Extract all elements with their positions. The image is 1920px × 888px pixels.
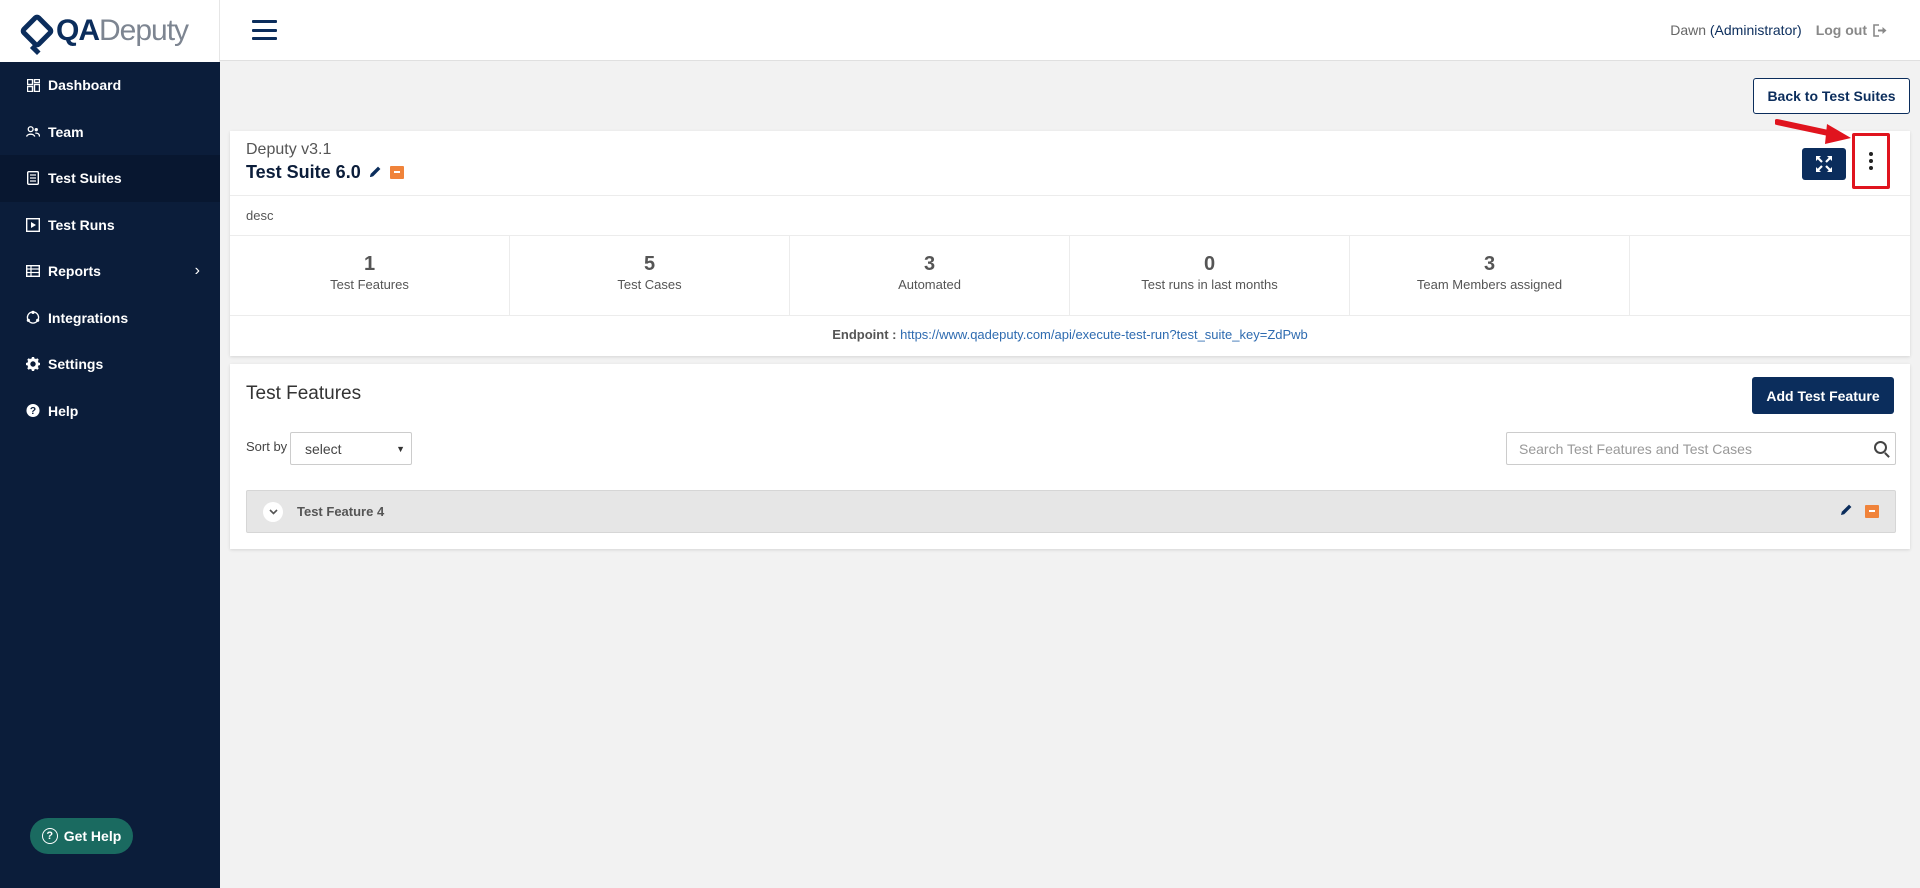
stat-label: Team Members assigned — [1416, 277, 1563, 292]
hamburger-menu-icon[interactable] — [252, 20, 277, 40]
pencil-icon[interactable] — [1840, 503, 1853, 521]
more-options-button[interactable] — [1852, 133, 1890, 189]
feature-name: Test Feature 4 — [297, 504, 385, 519]
stat-value: 3 — [1483, 253, 1496, 275]
feature-row[interactable]: Test Feature 4 — [246, 490, 1896, 533]
stat-test-runs: 0 Test runs in last months — [1070, 236, 1350, 315]
stat-test-features: 1 Test Features — [230, 236, 510, 315]
stat-label: Test runs in last months — [1141, 277, 1278, 292]
logo[interactable]: QADeputy — [0, 0, 220, 62]
sidebar-item-label: Test Suites — [48, 170, 122, 187]
stat-value: 0 — [1203, 253, 1216, 275]
test-suites-icon — [26, 171, 40, 186]
sidebar-item-label: Test Runs — [48, 216, 115, 233]
stat-value: 3 — [923, 253, 936, 275]
test-features-panel: Test Features Add Test Feature Sort by s… — [230, 364, 1910, 549]
pencil-icon[interactable] — [369, 165, 382, 181]
sidebar-item-label: Reports — [48, 263, 101, 280]
sidebar-item-label: Settings — [48, 356, 104, 373]
stat-label: Test Features — [330, 277, 409, 292]
logo-deputy-text: Deputy — [99, 14, 189, 47]
stat-automated: 3 Automated — [790, 236, 1070, 315]
sidebar-item-test-runs[interactable]: Test Runs — [0, 202, 220, 249]
add-test-feature-button[interactable]: Add Test Feature — [1752, 377, 1894, 414]
help-icon: ? — [26, 404, 40, 418]
sidebar-item-dashboard[interactable]: Dashboard — [0, 62, 220, 109]
sidebar-item-label: Team — [48, 123, 84, 140]
gear-icon — [26, 357, 40, 372]
user-role: (Administrator) — [1709, 22, 1802, 38]
kebab-dot-icon — [1869, 152, 1873, 156]
back-to-test-suites-button[interactable]: Back to Test Suites — [1753, 78, 1910, 114]
user-area: Dawn (Administrator) Log out — [1670, 22, 1888, 38]
feature-row-actions — [1840, 503, 1879, 521]
search-icon[interactable] — [1874, 441, 1887, 454]
team-icon — [26, 125, 40, 139]
svg-text:?: ? — [30, 406, 36, 417]
stat-value: 5 — [643, 253, 656, 275]
reports-icon — [26, 264, 40, 278]
archive-icon[interactable] — [389, 166, 404, 179]
test-runs-icon — [26, 217, 40, 232]
chevron-down-icon[interactable] — [263, 501, 283, 522]
test-suite-header: Deputy v3.1 Test Suite 6.0 — [230, 119, 1910, 196]
sidebar-item-settings[interactable]: Settings — [0, 341, 220, 388]
sidebar-item-label: Help — [48, 402, 79, 419]
top-bar: Dawn (Administrator) Log out — [220, 0, 1920, 61]
user-name: Dawn — [1670, 22, 1706, 38]
sort-label: Sort by — [246, 439, 288, 454]
kebab-dot-icon — [1869, 166, 1873, 170]
sidebar-item-label: Dashboard — [48, 77, 122, 94]
dashboard-icon — [26, 78, 40, 92]
project-name: Deputy v3.1 — [246, 141, 332, 158]
stat-value: 1 — [363, 253, 376, 275]
suite-stats: 1 Test Features 5 Test Cases 3 Automated… — [230, 236, 1910, 316]
question-circle-icon: ? — [41, 828, 58, 844]
logo-qa-text: QA — [56, 14, 100, 47]
sidebar-item-team[interactable]: Team — [0, 109, 220, 156]
stat-empty — [1630, 236, 1910, 315]
search-box — [1506, 432, 1896, 465]
endpoint-row: Endpoint : https://www.qadeputy.com/api/… — [230, 316, 1910, 355]
suite-description: desc — [230, 196, 1910, 236]
sidebar-item-help[interactable]: ? Help — [0, 388, 220, 435]
expand-icon — [1816, 156, 1832, 172]
sidebar-nav: Dashboard Team Test Suites Test Runs Rep… — [0, 62, 220, 434]
logout-label: Log out — [1815, 22, 1867, 38]
sidebar-item-integrations[interactable]: Integrations — [0, 295, 220, 342]
sidebar-item-reports[interactable]: Reports › — [0, 248, 220, 295]
kebab-dot-icon — [1869, 159, 1873, 163]
expand-button[interactable] — [1802, 148, 1846, 180]
user-info: Dawn (Administrator) — [1670, 22, 1801, 38]
get-help-button[interactable]: ? Get Help — [30, 818, 133, 854]
sort-select[interactable]: select ▼ — [290, 432, 412, 465]
chevron-right-icon: › — [194, 262, 200, 280]
sidebar-item-test-suites[interactable]: Test Suites — [0, 155, 220, 202]
stat-test-cases: 5 Test Cases — [510, 236, 790, 315]
sidebar: QADeputy Dashboard Team Test Suites Test… — [0, 0, 220, 888]
logout-link[interactable]: Log out — [1816, 22, 1888, 38]
section-title: Test Features — [246, 383, 362, 404]
get-help-label: Get Help — [63, 828, 122, 844]
integrations-icon — [26, 311, 40, 325]
endpoint-label: Endpoint : — [832, 327, 897, 342]
test-suite-card: Deputy v3.1 Test Suite 6.0 desc 1 Test F… — [230, 119, 1910, 356]
caret-down-icon: ▼ — [396, 444, 405, 454]
endpoint-link[interactable]: https://www.qadeputy.com/api/execute-tes… — [900, 327, 1308, 342]
logout-icon — [1873, 23, 1887, 37]
logo-mark-icon — [18, 12, 56, 50]
page-title: Test Suite 6.0 — [246, 162, 361, 182]
stat-label: Automated — [898, 277, 961, 292]
sort-select-value: select — [305, 440, 342, 457]
archive-icon[interactable] — [1865, 505, 1879, 518]
red-arrow-annotation — [1775, 119, 1851, 144]
stat-label: Test Cases — [617, 277, 682, 292]
search-input[interactable] — [1507, 433, 1847, 464]
sidebar-item-label: Integrations — [48, 309, 129, 326]
stat-team-members: 3 Team Members assigned — [1350, 236, 1630, 315]
suite-title-row: Test Suite 6.0 — [246, 162, 1894, 183]
